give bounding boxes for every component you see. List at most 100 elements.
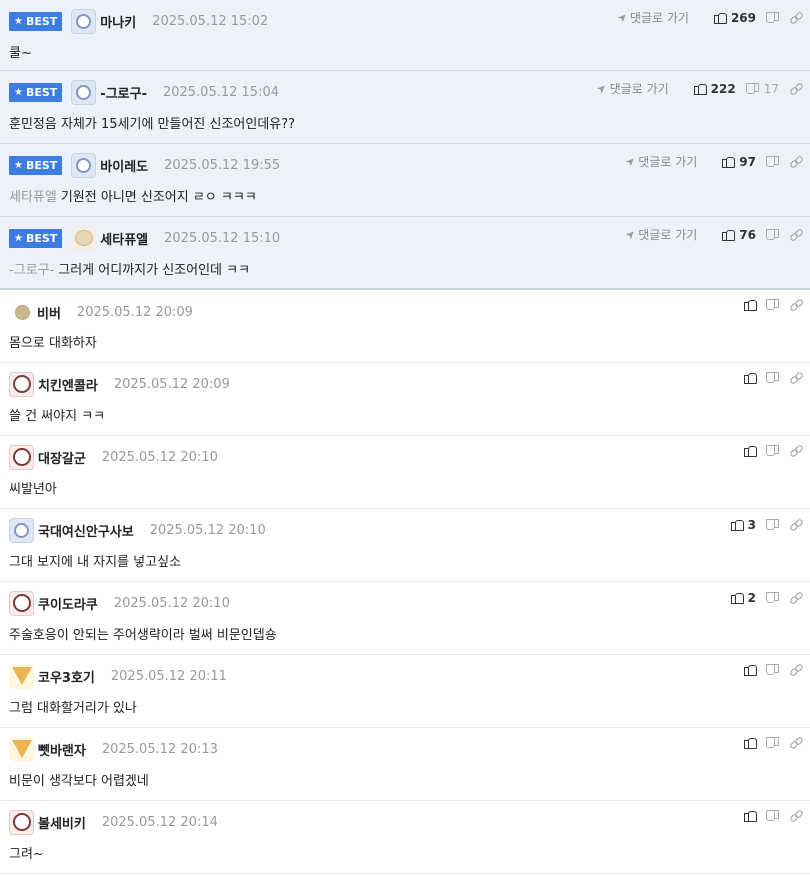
comment-header: ★ BEST 바이레도 2025.05.12 19:55 (9, 152, 281, 178)
share-link-button[interactable] (790, 737, 802, 749)
like-button[interactable]: 222 (693, 82, 736, 96)
share-link-button[interactable] (790, 519, 802, 531)
comment-body: 그럼 대화할거리가 있나 (9, 697, 137, 716)
dislike-button[interactable] (767, 737, 779, 749)
like-button[interactable] (744, 372, 757, 384)
comment-actions (733, 445, 802, 457)
avatar[interactable] (9, 517, 34, 543)
dislike-button[interactable] (767, 664, 779, 676)
comment-actions (733, 664, 802, 676)
thumbs-up-icon (744, 372, 757, 384)
comment-header: 국대여신안구사보 2025.05.12 20:10 (9, 517, 266, 543)
nickname[interactable]: 대장갈군 (38, 448, 86, 467)
star-icon: ★ (14, 86, 23, 98)
share-link-button[interactable] (790, 445, 802, 457)
comment-text: 비문이 생각보다 어렵겠네 (9, 774, 149, 789)
icon-avatar (76, 84, 92, 100)
thumbs-down-icon (767, 229, 779, 241)
comment-header: 대장갈군 2025.05.12 20:10 (9, 444, 218, 470)
comment-body: -그로구- 그러게 어디까지가 신조어인데 ㅋㅋ (9, 259, 250, 278)
avatar[interactable] (71, 225, 97, 251)
best-comment: ★ BEST -그로구- 2025.05.12 15:04 ➤ 댓글로 가기 222 1… (0, 71, 810, 144)
reply-mention[interactable]: 세타퓨엘 (9, 190, 57, 205)
like-button[interactable]: 2 (730, 591, 756, 605)
comment-header: 쿠이도라쿠 2025.05.12 20:10 (9, 590, 230, 616)
dog-avatar (12, 375, 31, 393)
dislike-button[interactable] (767, 592, 779, 604)
comment: 국대여신안구사보 2025.05.12 20:10 3 그대 보지에 내 자지를… (0, 509, 810, 582)
share-link-button[interactable] (790, 664, 802, 676)
comment-actions: ➤ 댓글로 가기 269 (614, 9, 802, 26)
thumbs-up-icon (730, 519, 744, 531)
nickname[interactable]: -그로구- (100, 83, 147, 102)
like-button[interactable]: 269 (713, 11, 756, 25)
dislike-button[interactable] (767, 519, 779, 531)
dislike-button[interactable] (767, 156, 779, 168)
share-link-button[interactable] (790, 156, 802, 168)
go-to-reply-link[interactable]: ➤ 댓글로 가기 (623, 226, 697, 243)
reply-mention[interactable]: -그로구- (9, 263, 54, 278)
like-button[interactable] (744, 810, 757, 822)
dislike-button[interactable] (767, 445, 779, 457)
comment-body: 쓸 건 써야지 ㅋㅋ (9, 405, 105, 424)
best-badge: ★ BEST (9, 11, 63, 31)
nickname[interactable]: 쿠이도라쿠 (38, 594, 98, 613)
go-to-reply-link[interactable]: ➤ 댓글로 가기 (614, 9, 688, 26)
nickname[interactable]: 국대여신안구사보 (38, 521, 134, 540)
like-button[interactable]: 3 (730, 518, 756, 532)
share-link-button[interactable] (790, 810, 802, 822)
comment-actions: 3 (720, 518, 802, 532)
thumbs-up-icon (713, 12, 727, 24)
dislike-button[interactable]: 17 (747, 82, 779, 96)
icon-avatar (76, 13, 92, 29)
like-button[interactable] (744, 445, 757, 457)
avatar[interactable] (71, 79, 97, 105)
go-to-reply-link[interactable]: ➤ 댓글로 가기 (594, 80, 668, 97)
avatar[interactable] (9, 736, 34, 762)
go-to-reply-link[interactable]: ➤ 댓글로 가기 (623, 153, 697, 170)
like-button[interactable] (744, 299, 757, 311)
comment: 볼세비키 2025.05.12 20:14 그려~ (0, 801, 810, 874)
thumbs-up-icon (730, 592, 744, 604)
nickname[interactable]: 비버 (37, 303, 61, 322)
like-button[interactable] (744, 664, 757, 676)
avatar[interactable] (13, 300, 31, 325)
nickname[interactable]: 바이레도 (100, 156, 148, 175)
comment-text: 그러게 어디까지가 신조어인데 ㅋㅋ (58, 263, 251, 278)
dislike-button[interactable] (767, 810, 779, 822)
best-badge: ★ BEST (9, 155, 63, 175)
share-link-button[interactable] (790, 12, 802, 24)
comment-body: 씨발년아 (9, 478, 57, 497)
avatar[interactable] (71, 8, 97, 34)
avatar[interactable] (9, 809, 34, 835)
comment-actions: ➤ 댓글로 가기 222 17 (594, 80, 802, 97)
nickname[interactable]: 세타퓨엘 (100, 229, 148, 248)
avatar[interactable] (9, 371, 34, 397)
like-button[interactable]: 76 (722, 228, 756, 242)
nickname[interactable]: 볼세비키 (38, 813, 86, 832)
comment-text: 쿨~ (9, 46, 32, 61)
share-link-button[interactable] (790, 592, 802, 604)
nickname[interactable]: 마나키 (100, 12, 136, 31)
dislike-button[interactable] (767, 229, 779, 241)
share-link-button[interactable] (790, 229, 802, 241)
share-link-button[interactable] (790, 372, 802, 384)
nickname[interactable]: 뻿바랜자 (38, 740, 86, 759)
avatar[interactable] (9, 590, 34, 616)
share-link-button[interactable] (790, 83, 802, 95)
comment-date: 2025.05.12 19:55 (164, 157, 281, 173)
nickname[interactable]: 치킨엔콜라 (38, 375, 98, 394)
best-badge: ★ BEST (9, 82, 63, 102)
avatar[interactable] (9, 444, 34, 470)
dislike-button[interactable] (767, 372, 779, 384)
nickname[interactable]: 코우3호기 (38, 667, 95, 686)
comment-header: 코우3호기 2025.05.12 20:11 (9, 663, 227, 689)
dislike-button[interactable] (767, 12, 779, 24)
avatar[interactable] (71, 152, 97, 178)
share-link-button[interactable] (790, 299, 802, 311)
dislike-button[interactable] (767, 299, 779, 311)
like-button[interactable]: 97 (722, 155, 756, 169)
like-button[interactable] (744, 737, 757, 749)
avatar[interactable] (9, 663, 34, 689)
comment: 대장갈군 2025.05.12 20:10 씨발년아 (0, 436, 810, 509)
